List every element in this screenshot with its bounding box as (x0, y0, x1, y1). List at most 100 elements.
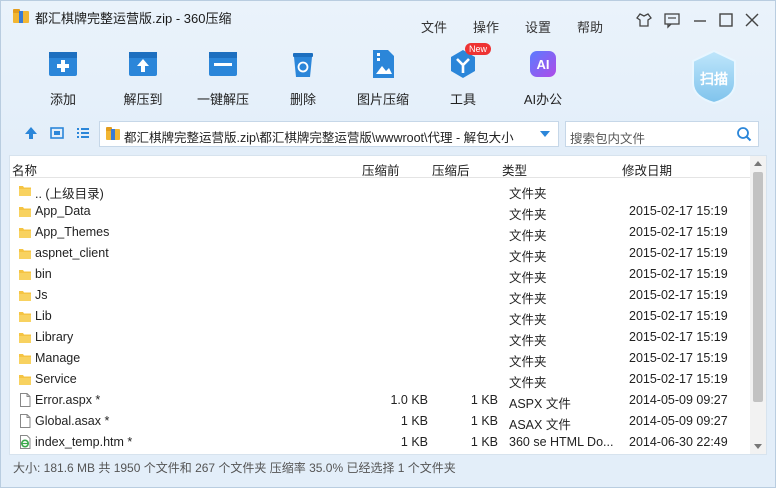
thumbnail-view-icon[interactable] (49, 125, 65, 141)
status-bar: 大小: 181.6 MB 共 1950 个文件和 267 个文件夹 压缩率 35… (13, 461, 456, 475)
column-type[interactable]: 类型 (502, 160, 527, 179)
folder-icon (18, 246, 32, 260)
table-row[interactable]: Global.asax * 1 KB 1 KB ASAX 文件 2014-05-09 0… (10, 411, 750, 432)
vertical-scrollbar[interactable] (750, 156, 766, 454)
delete-label: 删除 (289, 92, 316, 107)
extract-to-icon (129, 52, 157, 76)
one-click-extract-label: 一键解压 (196, 92, 249, 107)
menu-operations[interactable]: 操作 (473, 17, 499, 36)
file-name: Service (35, 372, 77, 386)
table-row[interactable]: App_Data 文件夹 2015-02-17 15:19 (10, 201, 750, 222)
search-placeholder: 搜索包内文件 (570, 132, 646, 146)
file-name: index_temp.htm * (35, 435, 133, 449)
html-file-icon (18, 435, 32, 449)
file-icon (18, 414, 32, 428)
file-modified: 2015-02-17 15:19 (629, 204, 728, 218)
address-path: 都汇棋牌完整运营版.zip\都汇棋牌完整运营版\wwwroot\代理 - 解包大… (124, 131, 514, 145)
menu-file[interactable]: 文件 (421, 17, 447, 36)
file-modified: 2015-02-17 15:19 (629, 288, 728, 302)
maximize-icon[interactable] (717, 11, 735, 29)
add-button[interactable]: 添加 (27, 39, 99, 109)
file-type: 文件夹 (509, 250, 547, 264)
up-arrow-icon[interactable] (23, 125, 39, 141)
recycle-bin-icon (293, 53, 313, 77)
feedback-icon[interactable] (663, 11, 681, 29)
table-row[interactable]: index_temp.htm * 1 KB 1 KB 360 se HTML Do..… (10, 432, 750, 453)
svg-text:AI: AI (537, 57, 550, 72)
file-modified: 2015-02-17 15:19 (629, 351, 728, 365)
image-compress-button[interactable]: 图片压缩 (347, 39, 419, 109)
file-type: 文件夹 (509, 208, 547, 222)
table-row[interactable]: App_Themes 文件夹 2015-02-17 15:19 (10, 222, 750, 243)
column-packed[interactable]: 压缩后 (432, 160, 470, 179)
new-badge: New (465, 43, 492, 55)
file-packed-size: 1 KB (470, 435, 498, 449)
scroll-down-icon[interactable] (754, 442, 762, 450)
archive-app-icon (13, 9, 29, 23)
file-type: 文件夹 (509, 187, 547, 201)
folder-icon (18, 351, 32, 365)
table-row[interactable]: Js 文件夹 2015-02-17 15:19 (10, 285, 750, 306)
column-size[interactable]: 压缩前 (362, 160, 400, 179)
search-icon[interactable] (736, 126, 752, 142)
folder-icon (18, 183, 32, 197)
folder-icon (18, 288, 32, 302)
menu-settings[interactable]: 设置 (525, 17, 551, 36)
skin-icon[interactable] (635, 11, 653, 29)
table-row[interactable]: Library 文件夹 2015-02-17 15:19 (10, 327, 750, 348)
column-modified[interactable]: 修改日期 (622, 160, 672, 179)
table-row[interactable]: Lib 文件夹 2015-02-17 15:19 (10, 306, 750, 327)
folder-icon (18, 267, 32, 281)
one-click-extract-icon (209, 52, 237, 76)
archive-icon (106, 127, 120, 140)
file-type: 360 se HTML Do... (509, 435, 614, 449)
file-name: Lib (35, 309, 52, 323)
file-modified: 2014-05-09 09:27 (629, 393, 728, 407)
file-list: 名称 压缩前 压缩后 类型 修改日期 .. (上级目录) 文件夹 App_Data 文… (9, 155, 767, 455)
archive-window: 都汇棋牌完整运营版.zip - 360压缩 文件 操作 设置 帮助 添加 解压到… (0, 0, 776, 488)
delete-button[interactable]: 删除 (267, 39, 339, 109)
column-name[interactable]: 名称 (12, 160, 37, 179)
ai-office-button[interactable]: AI AI办公 (507, 39, 579, 109)
toolbar: 添加 解压到 一键解压 删除 图片压缩 工具 AI AI办公 (1, 39, 775, 113)
file-size: 1 KB (400, 435, 428, 449)
file-name: aspnet_client (35, 246, 109, 260)
scroll-up-icon[interactable] (754, 160, 762, 168)
minimize-icon[interactable] (691, 11, 709, 29)
file-modified: 2015-02-17 15:19 (629, 267, 728, 281)
file-name: App_Data (35, 204, 91, 218)
table-row[interactable]: aspnet_client 文件夹 2015-02-17 15:19 (10, 243, 750, 264)
title-bar: 都汇棋牌完整运营版.zip - 360压缩 文件 操作 设置 帮助 (1, 1, 775, 35)
table-row[interactable]: Service 文件夹 2015-02-17 15:19 (10, 369, 750, 390)
list-view-icon[interactable] (75, 125, 91, 141)
file-name: App_Themes (35, 225, 110, 239)
chevron-down-icon[interactable] (538, 128, 552, 140)
window-title: 都汇棋牌完整运营版.zip - 360压缩 (35, 11, 232, 26)
image-compress-label: 图片压缩 (356, 92, 409, 107)
folder-icon (18, 330, 32, 344)
table-row[interactable]: bin 文件夹 2015-02-17 15:19 (10, 264, 750, 285)
file-name: bin (35, 267, 52, 281)
file-icon (18, 393, 32, 407)
file-modified: 2015-02-17 15:19 (629, 309, 728, 323)
ai-office-label: AI办公 (523, 92, 563, 107)
file-packed-size: 1 KB (470, 393, 498, 407)
scan-button[interactable]: 扫描 (689, 49, 739, 105)
close-icon[interactable] (743, 11, 761, 29)
extract-to-button[interactable]: 解压到 (107, 39, 179, 109)
file-name: Manage (35, 351, 81, 365)
file-name: Js (35, 288, 48, 302)
one-click-extract-button[interactable]: 一键解压 (187, 39, 259, 109)
search-input[interactable]: 搜索包内文件 (565, 121, 759, 147)
file-type: 文件夹 (509, 271, 547, 285)
menu-help[interactable]: 帮助 (577, 17, 603, 36)
address-field[interactable]: 都汇棋牌完整运营版.zip\都汇棋牌完整运营版\wwwroot\代理 - 解包大… (99, 121, 559, 147)
table-row[interactable]: Manage 文件夹 2015-02-17 15:19 (10, 348, 750, 369)
table-row[interactable]: Error.aspx * 1.0 KB 1 KB ASPX 文件 2014-05-09 … (10, 390, 750, 411)
file-name: Global.asax * (35, 414, 110, 428)
table-row[interactable]: .. (上级目录) 文件夹 (10, 180, 750, 201)
extract-to-label: 解压到 (123, 92, 163, 107)
file-size: 1.0 KB (390, 393, 428, 407)
folder-icon (18, 225, 32, 239)
scrollbar-thumb[interactable] (753, 172, 763, 402)
